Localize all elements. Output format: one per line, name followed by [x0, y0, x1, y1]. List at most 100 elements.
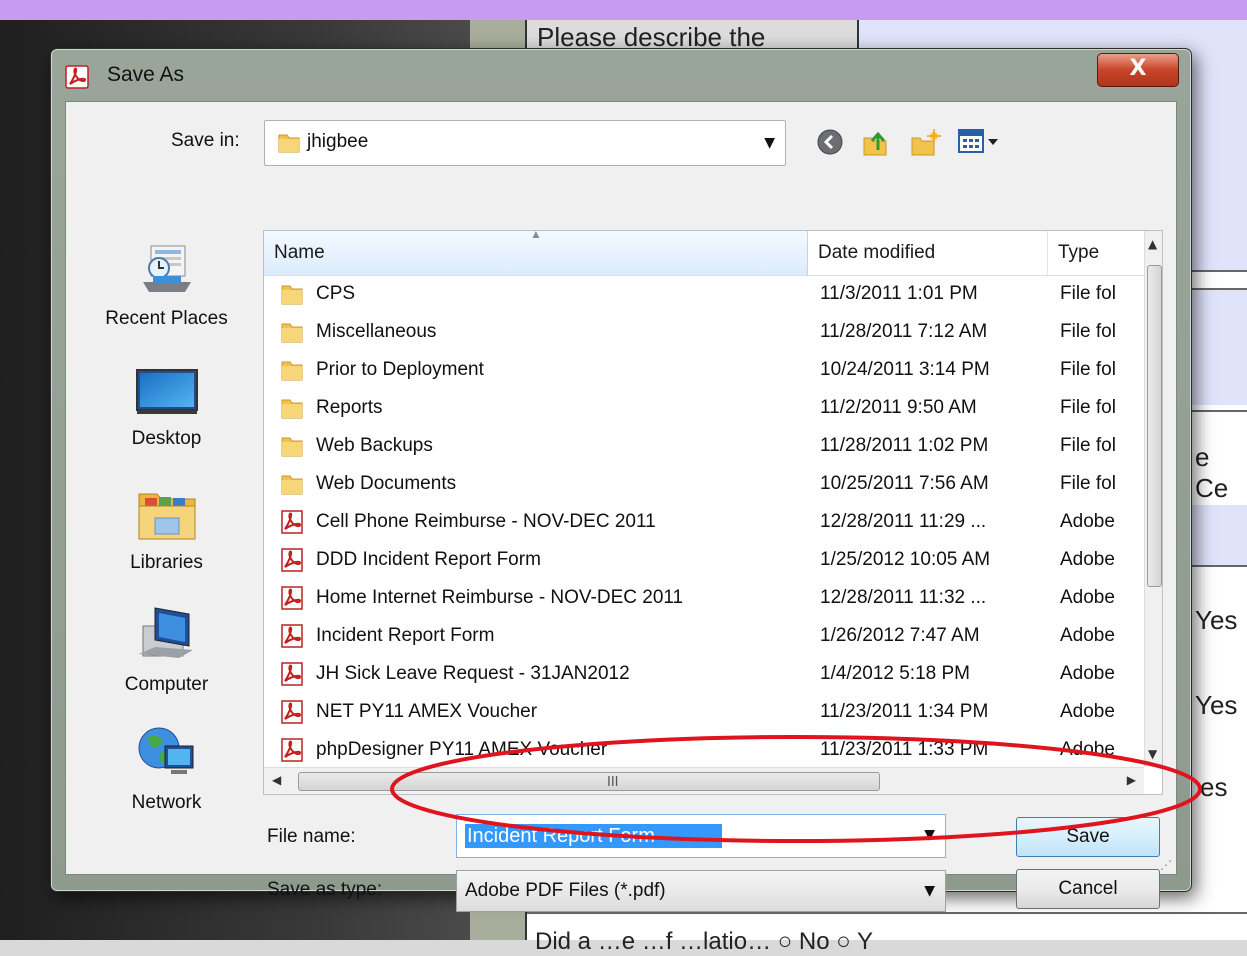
- file-name-cell: Prior to Deployment: [316, 359, 484, 380]
- vertical-scrollbar[interactable]: ▲ ▼: [1144, 231, 1162, 767]
- place-label: Desktop: [131, 428, 202, 449]
- background-bottom-text: Did a …e …f …latio… ○ No ○ Y: [535, 928, 873, 955]
- file-name-label: File name:: [267, 826, 356, 847]
- libraries-icon: [138, 493, 195, 540]
- file-rows: CPS 11/3/2011 1:01 PM File fol Miscellaneou…: [264, 275, 1144, 769]
- file-row[interactable]: Incident Report Form 1/26/2012 7:47 AM Ado…: [264, 617, 1144, 655]
- dialog-client-area: Save in: jhigbee ▼ Recent Places Desktop…: [65, 101, 1177, 912]
- pdf-file-icon: [281, 586, 303, 610]
- scroll-left-icon[interactable]: ◀: [272, 773, 281, 787]
- horizontal-scroll-thumb[interactable]: III: [298, 772, 880, 791]
- date-modified-cell: 11/28/2011 7:12 AM: [820, 321, 988, 342]
- save-as-type-value: Adobe PDF Files (*.pdf): [465, 880, 666, 901]
- type-cell: File fol: [1060, 359, 1116, 380]
- date-modified-cell: 11/28/2011 1:02 PM: [820, 435, 989, 456]
- network-icon: [138, 727, 193, 774]
- file-row[interactable]: Home Internet Reimburse - NOV-DEC 2011 12…: [264, 579, 1144, 617]
- file-row[interactable]: phpDesigner PY11 AMEX Voucher 11/23/2011 …: [264, 731, 1144, 769]
- close-button[interactable]: X: [1097, 53, 1179, 87]
- scroll-down-icon[interactable]: ▼: [1148, 747, 1157, 761]
- type-cell: Adobe: [1060, 739, 1115, 760]
- place-libraries[interactable]: Libraries: [74, 488, 259, 574]
- date-modified-cell: 11/23/2011 1:34 PM: [820, 701, 989, 722]
- file-row[interactable]: Prior to Deployment 10/24/2011 3:14 PM Fil…: [264, 351, 1144, 389]
- background-side-text: Yes: [1195, 605, 1238, 635]
- resize-grip-icon[interactable]: ⋰: [1160, 858, 1172, 872]
- back-icon[interactable]: [816, 128, 844, 156]
- place-network[interactable]: Network: [74, 722, 259, 814]
- save-as-dialog: Save As X Save in: jhigbee ▼ Recent Plac…: [50, 48, 1192, 912]
- date-modified-cell: 12/28/2011 11:32 ...: [820, 587, 987, 608]
- chevron-down-icon: ▼: [764, 135, 775, 151]
- save-in-dropdown[interactable]: jhigbee ▼: [264, 120, 786, 166]
- up-folder-icon[interactable]: [861, 128, 891, 158]
- file-name-cell: Web Backups: [316, 435, 433, 456]
- file-row[interactable]: JH Sick Leave Request - 31JAN2012 1/4/201…: [264, 655, 1144, 693]
- file-name-cell: Incident Report Form: [316, 625, 495, 646]
- type-cell: File fol: [1060, 283, 1116, 304]
- file-list[interactable]: ▲ Name Date modified Type CPS 11/3/2011 1…: [263, 230, 1163, 795]
- type-cell: Adobe: [1060, 701, 1115, 722]
- column-header-type[interactable]: Type: [1048, 231, 1144, 275]
- folder-icon: [281, 437, 303, 457]
- pdf-file-icon: [281, 738, 303, 762]
- file-name-combobox[interactable]: ▼: [456, 814, 946, 858]
- file-name-cell: Cell Phone Reimburse - NOV-DEC 2011: [316, 511, 656, 532]
- save-as-type-label: Save as type:: [267, 879, 383, 900]
- title-bar[interactable]: Save As X: [51, 49, 1191, 101]
- place-desktop[interactable]: Desktop: [74, 368, 259, 450]
- column-header-date[interactable]: Date modified: [808, 231, 1048, 275]
- file-row[interactable]: Reports 11/2/2011 9:50 AM File fol: [264, 389, 1144, 427]
- date-modified-cell: 1/25/2012 10:05 AM: [820, 549, 991, 570]
- folder-icon: [281, 323, 303, 343]
- pdf-file-icon: [281, 548, 303, 572]
- place-label: Libraries: [130, 552, 203, 573]
- file-row[interactable]: Web Documents 10/25/2011 7:56 AM File fol: [264, 465, 1144, 503]
- column-header-name-label: Name: [274, 242, 325, 263]
- date-modified-cell: 1/26/2012 7:47 AM: [820, 625, 980, 646]
- new-folder-icon[interactable]: [909, 128, 941, 158]
- date-modified-cell: 10/25/2011 7:56 AM: [820, 473, 989, 494]
- place-label: Network: [131, 792, 202, 813]
- places-bar: Recent Places Desktop Libraries Computer…: [74, 192, 259, 862]
- horizontal-scrollbar[interactable]: ◀ III ▶: [264, 767, 1144, 794]
- file-row[interactable]: NET PY11 AMEX Voucher 11/23/2011 1:34 PM A…: [264, 693, 1144, 731]
- save-in-value: jhigbee: [307, 131, 369, 152]
- place-label: Recent Places: [105, 308, 228, 329]
- file-name-input[interactable]: [465, 824, 722, 848]
- file-name-cell: Home Internet Reimburse - NOV-DEC 2011: [316, 587, 684, 608]
- type-cell: Adobe: [1060, 625, 1115, 646]
- chevron-down-icon[interactable]: ▼: [924, 827, 935, 843]
- place-computer[interactable]: Computer: [74, 604, 259, 696]
- scroll-up-icon[interactable]: ▲: [1148, 237, 1157, 251]
- place-recent-places[interactable]: Recent Places: [74, 242, 259, 330]
- vertical-scroll-thumb[interactable]: [1147, 265, 1162, 587]
- view-menu-icon[interactable]: [958, 128, 1002, 156]
- scroll-right-icon[interactable]: ▶: [1127, 773, 1136, 787]
- pdf-file-icon: [281, 662, 303, 686]
- file-row[interactable]: Cell Phone Reimburse - NOV-DEC 2011 12/28…: [264, 503, 1144, 541]
- pdf-icon: [65, 65, 89, 89]
- pdf-file-icon: [281, 624, 303, 648]
- type-cell: Adobe: [1060, 549, 1115, 570]
- date-modified-cell: 1/4/2012 5:18 PM: [820, 663, 970, 684]
- type-cell: File fol: [1060, 321, 1116, 342]
- cancel-button[interactable]: Cancel: [1016, 869, 1160, 909]
- file-list-header: ▲ Name Date modified Type: [264, 231, 1144, 276]
- save-as-type-dropdown[interactable]: Adobe PDF Files (*.pdf) ▼: [456, 870, 946, 912]
- file-row[interactable]: CPS 11/3/2011 1:01 PM File fol: [264, 275, 1144, 313]
- file-row[interactable]: Miscellaneous 11/28/2011 7:12 AM File fol: [264, 313, 1144, 351]
- place-label: Computer: [124, 674, 209, 695]
- type-cell: File fol: [1060, 435, 1116, 456]
- type-cell: File fol: [1060, 397, 1116, 418]
- background-side-text: es: [1200, 772, 1228, 802]
- file-row[interactable]: DDD Incident Report Form 1/25/2012 10:05 …: [264, 541, 1144, 579]
- pdf-file-icon: [281, 510, 303, 534]
- background-side-text: Yes: [1195, 690, 1238, 720]
- file-name-cell: Web Documents: [316, 473, 457, 494]
- desktop-icon: [135, 369, 198, 414]
- save-in-label: Save in:: [171, 130, 240, 151]
- save-button[interactable]: Save: [1016, 817, 1160, 857]
- file-row[interactable]: Web Backups 11/28/2011 1:02 PM File fol: [264, 427, 1144, 465]
- column-header-name[interactable]: ▲ Name: [264, 231, 808, 275]
